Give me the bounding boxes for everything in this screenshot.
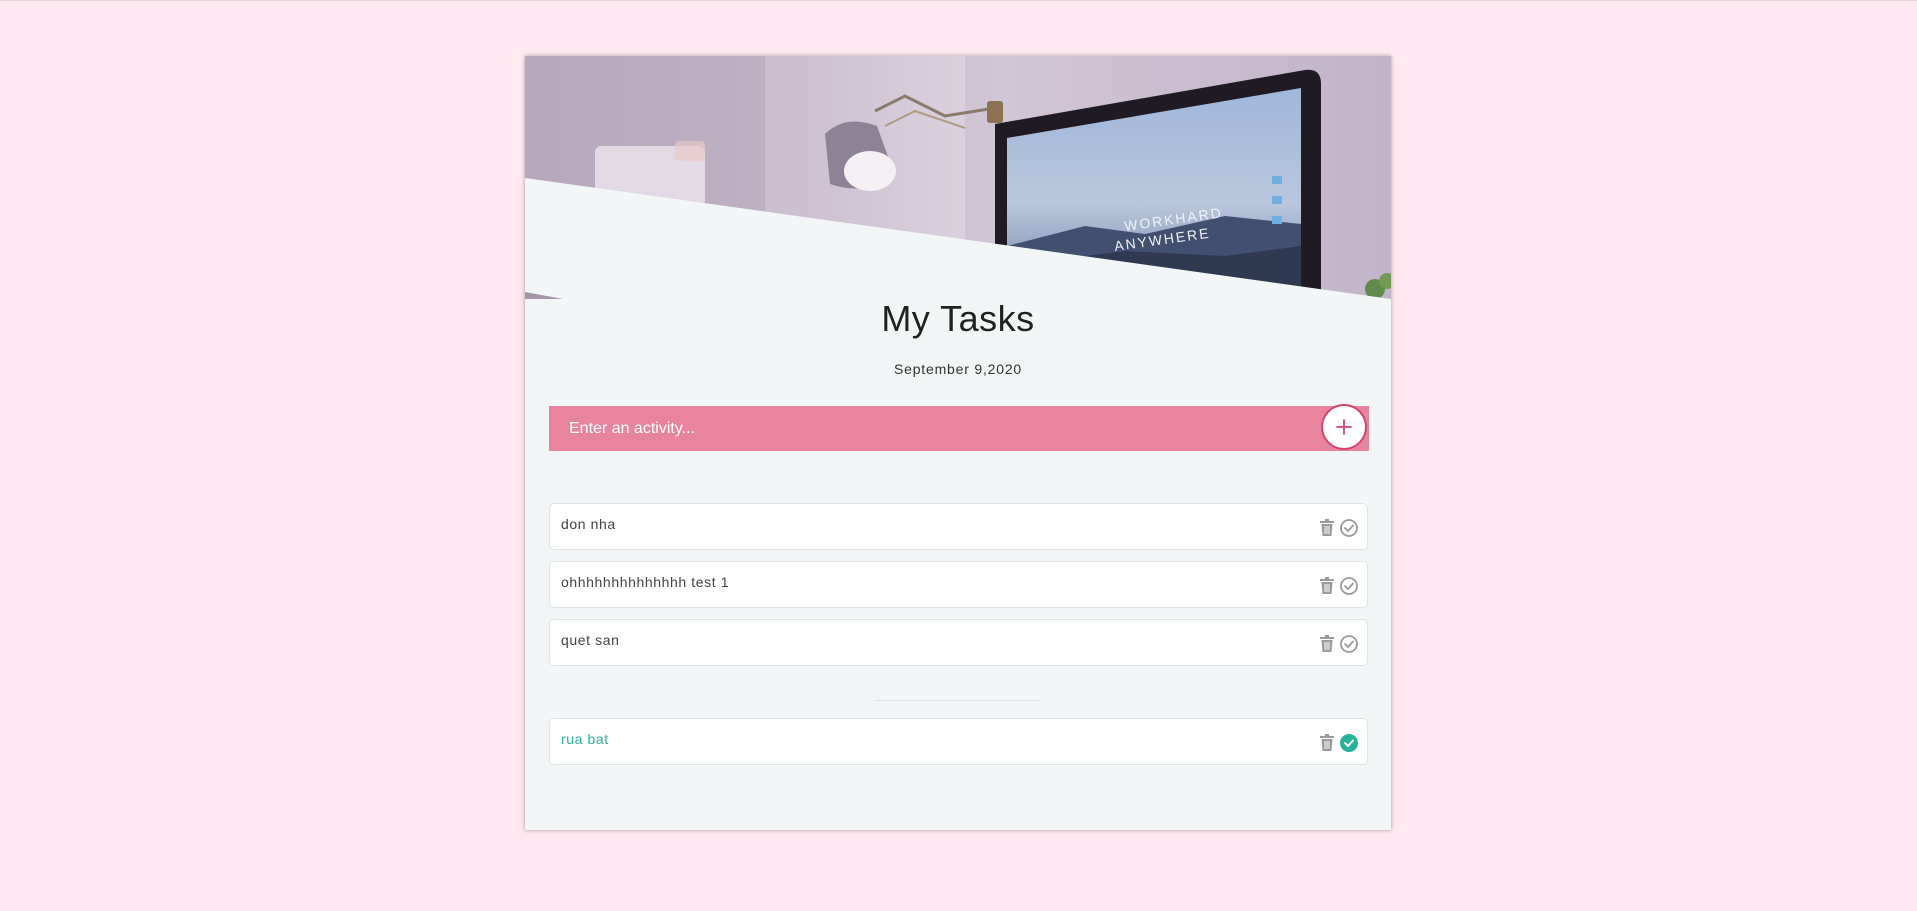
top-border: [0, 0, 1917, 1]
add-activity-button[interactable]: [1321, 404, 1367, 450]
trash-icon[interactable]: [1317, 576, 1337, 596]
check-circle-icon[interactable]: [1339, 518, 1359, 538]
check-circle-icon[interactable]: [1339, 634, 1359, 654]
todo-item: quet san: [549, 619, 1368, 666]
todo-item-text: quet san: [561, 632, 620, 648]
plus-icon: [1336, 419, 1352, 435]
check-circle-icon[interactable]: [1339, 576, 1359, 596]
trash-icon[interactable]: [1317, 518, 1337, 538]
activity-input[interactable]: [549, 406, 1309, 451]
todo-item-text: ohhhhhhhhhhhhhh test 1: [561, 574, 730, 590]
todo-item-text: don nha: [561, 516, 616, 532]
page-title: My Tasks: [881, 298, 1035, 339]
todo-item: don nha: [549, 503, 1368, 550]
check-circle-filled-icon[interactable]: [1339, 733, 1359, 753]
completed-item: rua bat: [549, 718, 1368, 765]
todo-item: ohhhhhhhhhhhhhh test 1: [549, 561, 1368, 608]
header-image: WORKHARD ANYWHERE: [525, 56, 1391, 299]
trash-icon[interactable]: [1317, 733, 1337, 753]
current-date: September 9,2020: [894, 361, 1022, 377]
list-divider: [875, 700, 1041, 701]
todo-card: WORKHARD ANYWHERE My Tasks September 9,2…: [525, 56, 1391, 830]
add-activity-bar: [549, 406, 1369, 451]
completed-item-text: rua bat: [561, 731, 609, 747]
trash-icon[interactable]: [1317, 634, 1337, 654]
